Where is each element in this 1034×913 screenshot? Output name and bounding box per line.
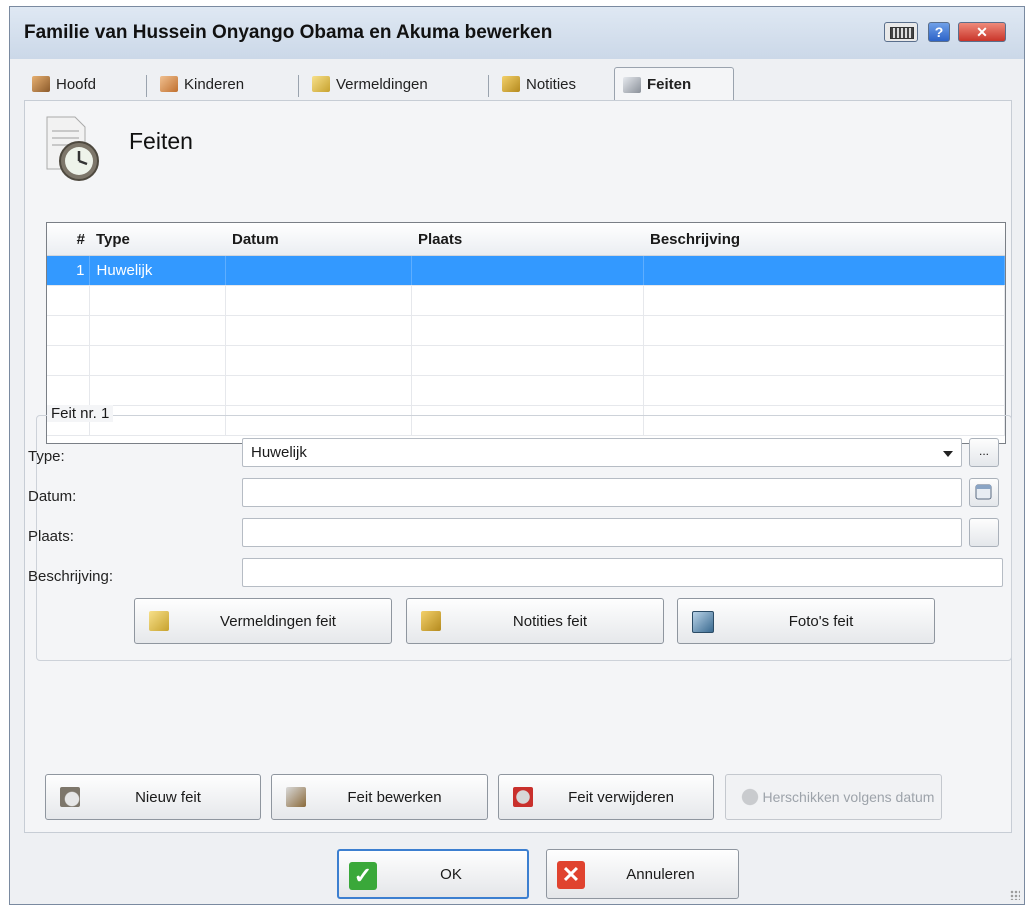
- column-header-plaats[interactable]: Plaats: [411, 223, 643, 256]
- plaats-picker-button[interactable]: [969, 518, 999, 547]
- notities-feit-label: Notities feit: [512, 612, 588, 630]
- help-button[interactable]: ?: [928, 22, 950, 42]
- nieuw-feit-button[interactable]: Nieuw feit: [45, 774, 261, 820]
- notes-icon: [421, 611, 441, 631]
- cell-plaats: [411, 255, 644, 286]
- datum-input[interactable]: [242, 478, 962, 507]
- ok-label: OK: [440, 865, 462, 883]
- type-label: Type:: [28, 448, 65, 465]
- resize-grip[interactable]: [1010, 890, 1020, 900]
- tab-vermeldingen-label: Vermeldingen: [336, 75, 428, 93]
- dialog-window: Familie van Hussein Onyango Obama en Aku…: [9, 6, 1025, 905]
- reorder-icon: [740, 787, 760, 807]
- fact-detail-group: Feit nr. 1 Type: Huwelijk ... Datum: Pla…: [28, 405, 1012, 661]
- photo-icon: [692, 611, 714, 633]
- empty-row: [47, 285, 1005, 316]
- group-legend: Feit nr. 1: [47, 405, 114, 422]
- edit-icon: [286, 787, 306, 807]
- empty-row: [47, 315, 1005, 346]
- herschikken-button[interactable]: Herschikken volgens datum: [725, 774, 942, 820]
- new-fact-icon: [60, 787, 80, 807]
- column-header-beschrijving[interactable]: Beschrijving: [643, 223, 1005, 256]
- notities-feit-button[interactable]: Notities feit: [406, 598, 664, 644]
- facts-icon: [623, 76, 641, 93]
- feit-verwijderen-label: Feit verwijderen: [568, 788, 674, 806]
- beschrijving-input[interactable]: [242, 558, 1003, 587]
- fotos-feit-label: Foto's feit: [788, 612, 854, 630]
- chevron-down-icon: [943, 451, 953, 457]
- column-header-number[interactable]: #: [47, 223, 89, 256]
- facts-table[interactable]: # Type Datum Plaats Beschrijving 1 Huwel…: [46, 222, 1006, 444]
- clock-document-icon: [46, 116, 99, 181]
- table-row[interactable]: 1 Huwelijk: [47, 255, 1005, 286]
- type-more-button[interactable]: ...: [969, 438, 999, 467]
- delete-icon: [513, 787, 533, 807]
- empty-row: [47, 375, 1005, 406]
- nieuw-feit-label: Nieuw feit: [135, 788, 201, 806]
- window-title: Familie van Hussein Onyango Obama en Aku…: [24, 22, 553, 43]
- tab-separator: [146, 75, 147, 97]
- type-dropdown-value: Huwelijk: [251, 444, 307, 461]
- source-icon: [312, 76, 330, 92]
- tab-separator: [298, 75, 299, 97]
- tab-feiten[interactable]: Feiten: [614, 67, 734, 101]
- people-icon: [32, 76, 50, 92]
- ok-button[interactable]: ✓ OK: [337, 849, 529, 899]
- close-button[interactable]: ✕: [958, 22, 1006, 42]
- herschikken-label: Herschikken volgens datum: [762, 788, 935, 805]
- children-icon: [160, 76, 178, 92]
- column-header-type[interactable]: Type: [89, 223, 225, 256]
- vermeldingen-feit-button[interactable]: Vermeldingen feit: [134, 598, 392, 644]
- feit-bewerken-button[interactable]: Feit bewerken: [271, 774, 488, 820]
- beschrijving-label: Beschrijving:: [28, 568, 114, 585]
- vermeldingen-feit-label: Vermeldingen feit: [220, 612, 336, 630]
- cancel-label: Annuleren: [626, 865, 695, 883]
- calendar-button[interactable]: [969, 478, 999, 507]
- fotos-feit-button[interactable]: Foto's feit: [677, 598, 935, 644]
- tab-notities-label: Notities: [526, 75, 577, 93]
- close-icon: ✕: [557, 861, 585, 889]
- datum-label: Datum:: [28, 488, 77, 505]
- notes-icon: [502, 76, 520, 92]
- tab-notities[interactable]: Notities: [494, 67, 630, 101]
- cell-number: 1: [47, 255, 90, 286]
- page-title: Feiten: [129, 128, 193, 154]
- tab-feiten-label: Feiten: [647, 76, 692, 93]
- tab-hoofd[interactable]: Hoofd: [24, 67, 160, 101]
- column-header-datum[interactable]: Datum: [225, 223, 411, 256]
- cell-beschrijving: [643, 255, 1005, 286]
- tab-hoofd-label: Hoofd: [56, 75, 97, 93]
- keyboard-button[interactable]: [884, 22, 918, 42]
- plaats-label: Plaats:: [28, 528, 74, 545]
- feit-bewerken-label: Feit bewerken: [347, 788, 442, 806]
- empty-row: [47, 345, 1005, 376]
- calendar-icon: [975, 484, 992, 500]
- title-bar[interactable]: Familie van Hussein Onyango Obama en Aku…: [10, 7, 1024, 59]
- tab-vermeldingen[interactable]: Vermeldingen: [304, 67, 500, 101]
- feit-verwijderen-button[interactable]: Feit verwijderen: [498, 774, 714, 820]
- tab-separator: [488, 75, 489, 97]
- tab-kinderen[interactable]: Kinderen: [152, 67, 310, 101]
- tab-kinderen-label: Kinderen: [184, 75, 245, 93]
- cell-type: Huwelijk: [89, 255, 226, 286]
- cancel-button[interactable]: ✕ Annuleren: [546, 849, 739, 899]
- table-header: # Type Datum Plaats Beschrijving: [47, 223, 1005, 256]
- plaats-input[interactable]: [242, 518, 962, 547]
- checkmark-icon: ✓: [349, 862, 377, 890]
- type-dropdown[interactable]: Huwelijk: [242, 438, 962, 467]
- source-icon: [149, 611, 169, 631]
- cell-datum: [225, 255, 412, 286]
